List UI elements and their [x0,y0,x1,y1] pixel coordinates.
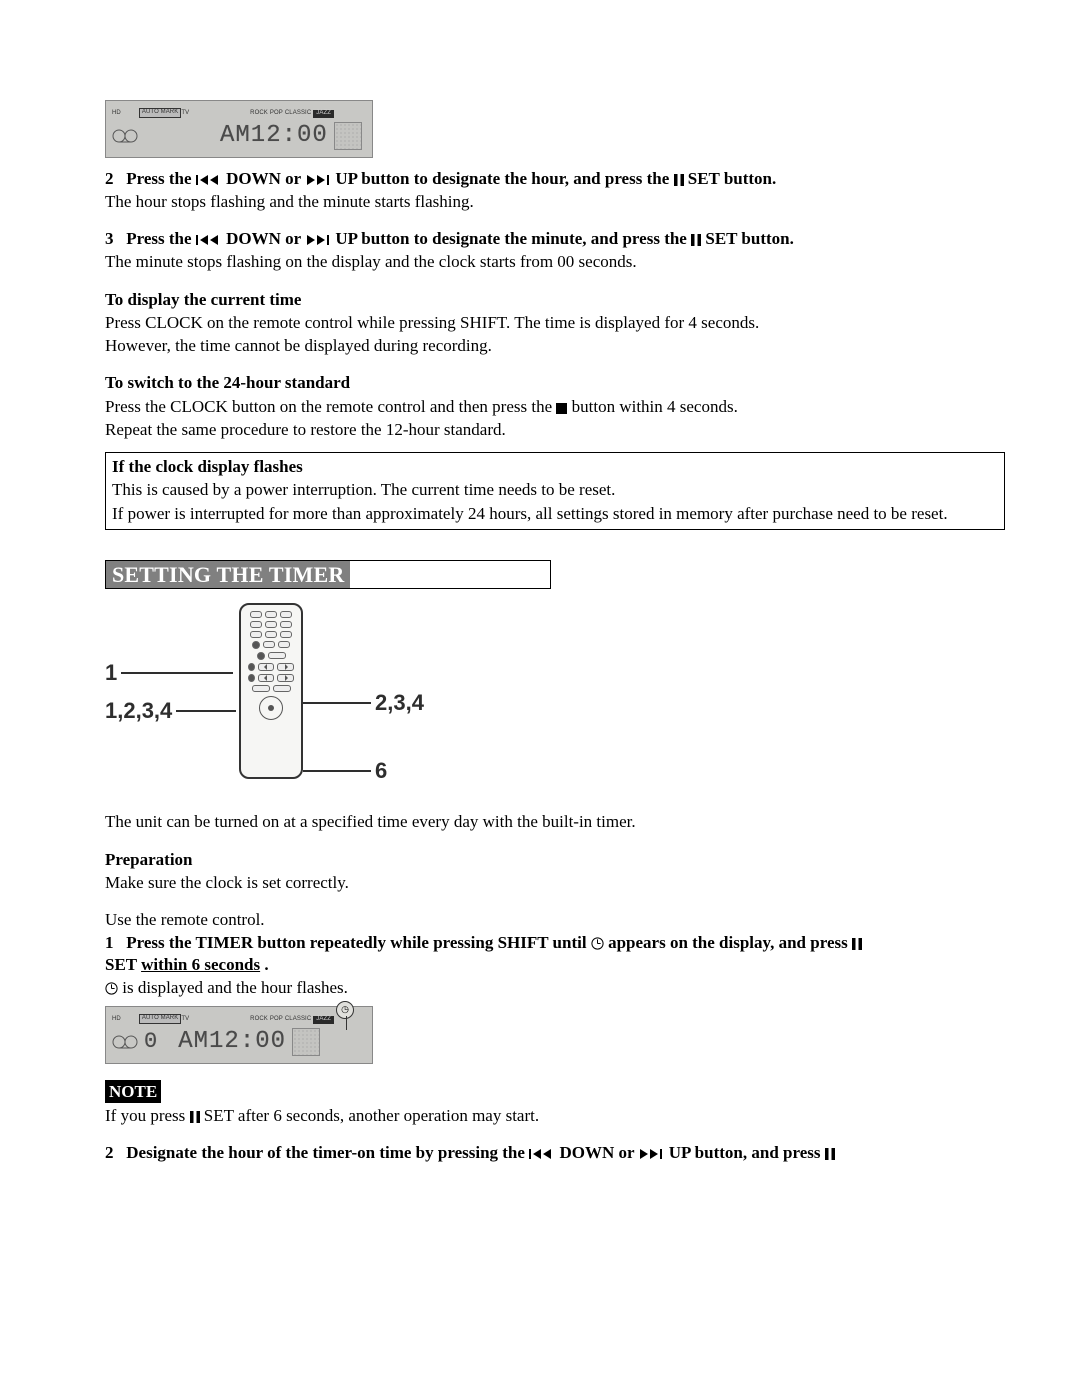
remote-callout-234: 2,3,4 [375,689,424,717]
section-heading-text: SETTING THE TIMER [106,561,350,589]
display-time-line: However, the time cannot be displayed du… [105,335,1005,356]
timer-step1-underlined: within 6 seconds [141,955,260,974]
skip-forward-icon [305,174,331,186]
timer-step1-text: appears on the display, and press [608,933,852,952]
timer-step1-body: is displayed and the hour flashes. [122,978,348,997]
timer-clock-icon [105,982,118,995]
disp-label-pop: POP [270,110,283,118]
step3-text: DOWN or [226,229,305,248]
tape-reel-icon [112,1032,138,1052]
clock-flash-line: If power is interrupted for more than ap… [112,503,998,524]
remote-control-figure: 1 1,2,3,4 2,3,4 6 [105,599,445,799]
clock-flash-line: This is caused by a power interruption. … [112,479,998,500]
switch24-line: Repeat the same procedure to restore the… [105,419,1005,440]
step-number: 2 [105,169,114,188]
timer-step2-text: UP button, and press [669,1143,825,1162]
pause-icon [674,174,684,186]
skip-back-icon [196,174,222,186]
timer-display-figure: ◷ HD AUTO MARK TV ROCK POP CLASSIC JAZZ … [105,1006,373,1064]
use-remote: Use the remote control. [105,909,1005,930]
disp-label-rock: ROCK [250,110,268,118]
timer-step1-text: SET [105,955,141,974]
remote-body [239,603,303,779]
note-body: If you press [105,1106,190,1125]
disp-label-automark: AUTO MARK [139,1014,181,1024]
step3-text: UP button to designate the minute, and p… [335,229,691,248]
disp-label-classic: CLASSIC [285,1016,311,1024]
timer-time-readout: AM12:00 [178,1027,286,1057]
tape-reel-icon [112,126,138,146]
disp-label-pop: POP [270,1016,283,1024]
disp-label-automark: AUTO MARK [139,108,181,118]
step3-text: SET button. [705,229,794,248]
switch24-heading: To switch to the 24-hour standard [105,372,1005,393]
step2-body: The hour stops flashing and the minute s… [105,191,1005,212]
timer-step2-text: Designate the hour of the timer-on time … [126,1143,529,1162]
clock-display-figure: HD AUTO MARK TV ROCK POP CLASSIC JAZZ AM… [105,100,373,158]
preparation-heading: Preparation [105,849,1005,870]
skip-forward-icon [638,1148,664,1160]
disp-label-classic: CLASSIC [285,110,311,118]
level-meter-icon [334,122,362,150]
skip-forward-icon [305,234,331,246]
clock-flash-heading: If the clock display flashes [112,456,998,477]
switch24-line: Press the CLOCK button on the remote con… [105,397,556,416]
switch24-line: button within 4 seconds. [572,397,738,416]
preparation-body: Make sure the clock is set correctly. [105,872,1005,893]
disp-label-tv: TV [181,1016,189,1024]
timer-clock-icon [591,937,604,950]
clock-time-readout: AM12:00 [220,121,328,151]
level-meter-icon [292,1028,320,1056]
skip-back-icon [196,234,222,246]
pause-icon [852,938,862,950]
disp-label-jazz: JAZZ [313,110,334,118]
display-time-heading: To display the current time [105,289,1005,310]
timer-step1-text: Press the TIMER button repeatedly while … [126,933,591,952]
remote-callout-1234: 1,2,3,4 [105,697,172,725]
timer-step2-text: DOWN or [559,1143,638,1162]
skip-back-icon [529,1148,555,1160]
step2-text: DOWN or [226,169,305,188]
disp-label-rock: ROCK [250,1016,268,1024]
note-body: SET after 6 seconds, another operation m… [204,1106,539,1125]
preset-readout: 0 [144,1028,158,1056]
disp-label-tv: TV [181,110,189,118]
step3-text: Press the [126,229,196,248]
remote-callout-6: 6 [375,757,387,785]
disp-label-hd: HD [112,1016,121,1024]
section-heading: SETTING THE TIMER [105,560,551,590]
step2-text: SET button. [688,169,777,188]
disp-label-hd: HD [112,110,121,118]
clock-flash-note: If the clock display flashes This is cau… [105,452,1005,530]
timer-clock-icon: ◷ [336,1001,354,1019]
timer-intro: The unit can be turned on at a specified… [105,811,1005,832]
step2-text: UP button to designate the hour, and pre… [335,169,673,188]
pause-icon [190,1111,200,1123]
pause-icon [691,234,701,246]
stop-icon [556,403,567,414]
display-time-line: Press CLOCK on the remote control while … [105,312,1005,333]
step-number: 2 [105,1143,114,1162]
remote-callout-1: 1 [105,659,117,687]
step2-text: Press the [126,169,196,188]
pause-icon [825,1148,835,1160]
disp-label-jazz: JAZZ [313,1016,334,1024]
note-badge: NOTE [105,1080,161,1103]
step-number: 1 [105,933,114,952]
step-number: 3 [105,229,114,248]
step3-body: The minute stops flashing on the display… [105,251,1005,272]
timer-step1-text: . [264,955,268,974]
